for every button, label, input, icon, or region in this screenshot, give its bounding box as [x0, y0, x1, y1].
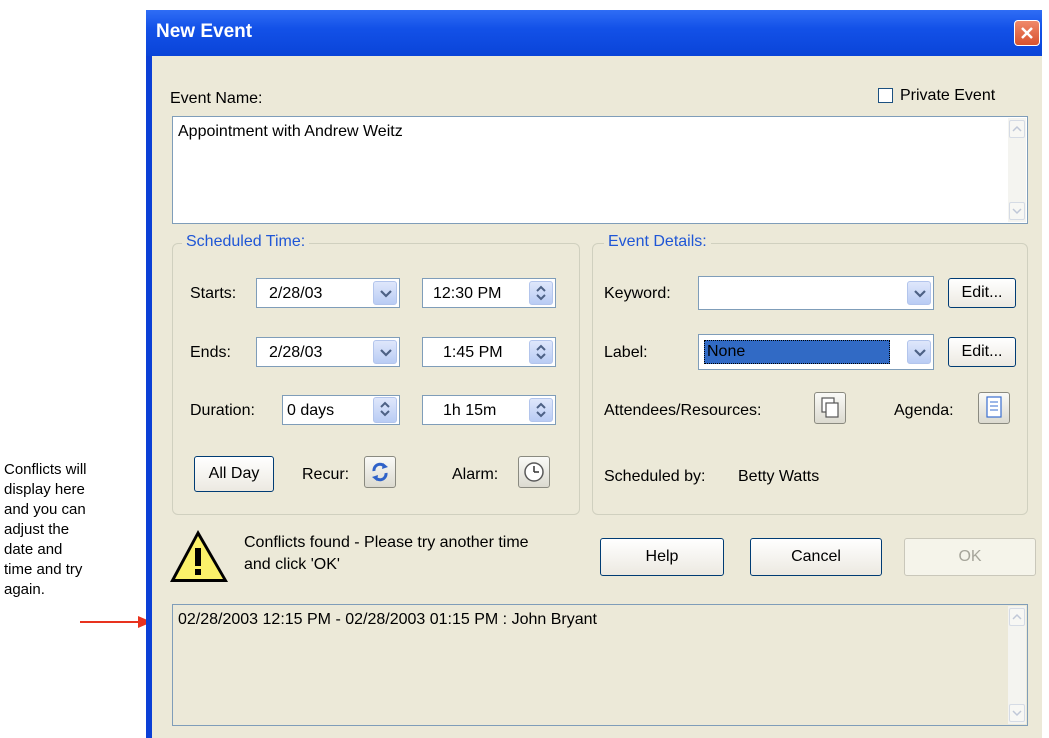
ends-time-value: 1:45 PM	[443, 344, 503, 361]
agenda-button[interactable]	[978, 392, 1010, 424]
keyword-dropdown-button[interactable]	[907, 281, 931, 305]
ends-date-select[interactable]: 2/28/03	[256, 337, 400, 367]
keyword-label: Keyword:	[604, 285, 671, 302]
agenda-label: Agenda:	[894, 402, 954, 419]
label-dropdown-button[interactable]	[907, 340, 931, 364]
starts-date-value: 2/28/03	[269, 285, 323, 302]
keyword-select[interactable]	[698, 276, 934, 310]
spinner-arrows-icon	[380, 401, 390, 417]
recur-icon	[372, 462, 388, 482]
event-name-input[interactable]: Appointment with Andrew Weitz	[172, 116, 1028, 224]
warning-icon	[170, 530, 228, 582]
recur-button[interactable]	[364, 456, 396, 488]
conflict-list-scrollbar[interactable]	[1008, 606, 1026, 724]
alarm-label: Alarm:	[452, 466, 499, 483]
starts-date-dropdown-button[interactable]	[373, 281, 397, 305]
annotation-line: and you can	[4, 501, 86, 518]
spinner-arrows-icon	[536, 344, 546, 360]
event-name-scrollbar[interactable]	[1008, 118, 1026, 222]
alarm-button[interactable]	[518, 456, 550, 488]
label-label: Label:	[604, 344, 648, 361]
close-button[interactable]	[1014, 20, 1040, 46]
ok-button[interactable]: OK	[904, 538, 1036, 576]
keyword-edit-button[interactable]: Edit...	[948, 278, 1016, 308]
starts-label: Starts:	[190, 285, 237, 302]
annotation-line: again.	[4, 581, 45, 598]
window-title: New Event	[156, 21, 253, 42]
annotation-line: date and	[4, 541, 63, 558]
scroll-down-button[interactable]	[1009, 704, 1025, 722]
private-event-checkbox[interactable]	[878, 88, 893, 103]
spinner-arrows-icon	[536, 402, 546, 418]
duration-label: Duration:	[190, 402, 255, 419]
ends-time-input[interactable]: 1:45 PM	[422, 337, 556, 367]
ends-label: Ends:	[190, 344, 231, 361]
conflict-list[interactable]: 02/28/2003 12:15 PM - 02/28/2003 01:15 P…	[172, 604, 1028, 726]
ends-time-spinner[interactable]	[529, 340, 553, 364]
chevron-down-icon	[380, 290, 392, 298]
conflict-message-line2: and click 'OK'	[244, 556, 340, 573]
agenda-icon	[986, 396, 1002, 418]
conflict-message-line1: Conflicts found - Please try another tim…	[244, 534, 529, 551]
new-event-dialog: New Event Event Name: Private Event Appo…	[146, 10, 1042, 738]
attendees-icon	[821, 397, 839, 418]
scroll-down-icon	[1012, 208, 1022, 215]
duration-time-value: 1h 15m	[443, 402, 497, 419]
scroll-up-icon	[1012, 125, 1022, 132]
chevron-down-icon	[914, 290, 926, 298]
duration-days-value: 0 days	[287, 402, 335, 419]
ends-date-value: 2/28/03	[269, 344, 323, 361]
help-button[interactable]: Help	[600, 538, 724, 576]
event-name-label: Event Name:	[170, 90, 263, 107]
duration-time-spinner[interactable]	[529, 398, 553, 422]
scroll-up-button[interactable]	[1009, 608, 1025, 626]
scroll-down-button[interactable]	[1009, 202, 1025, 220]
event-name-value: Appointment with Andrew Weitz	[178, 123, 403, 140]
cancel-button[interactable]: Cancel	[750, 538, 882, 576]
annotation-line: display here	[4, 481, 85, 498]
duration-days-spinner[interactable]	[373, 397, 397, 423]
scheduled-by-value: Betty Watts	[738, 468, 820, 485]
starts-time-value: 12:30 PM	[433, 285, 502, 302]
scroll-down-icon	[1012, 710, 1022, 717]
attendees-button[interactable]	[814, 392, 846, 424]
private-event-label: Private Event	[900, 87, 996, 104]
label-select[interactable]: None	[698, 334, 934, 370]
close-icon	[1021, 27, 1033, 39]
annotation-line: time and try	[4, 561, 83, 578]
annotation-line: Conflicts will	[4, 461, 87, 478]
label-value: None	[707, 343, 746, 360]
dialog-body: Event Name: Private Event Appointment wi…	[152, 56, 1042, 738]
title-bar: New Event	[146, 10, 1042, 56]
annotation-line: adjust the	[4, 521, 70, 538]
label-edit-button[interactable]: Edit...	[948, 337, 1016, 367]
scheduled-by-label: Scheduled by:	[604, 468, 706, 485]
all-day-button[interactable]: All Day	[194, 456, 274, 492]
alarm-clock-icon	[524, 462, 544, 482]
chevron-down-icon	[914, 349, 926, 357]
scheduled-time-title: Scheduled Time:	[182, 233, 310, 251]
conflict-list-item[interactable]: 02/28/2003 12:15 PM - 02/28/2003 01:15 P…	[178, 611, 597, 629]
conflict-annotation: Conflicts will display here and you can …	[4, 460, 144, 600]
starts-time-input[interactable]: 12:30 PM	[422, 278, 556, 308]
spinner-arrows-icon	[536, 285, 546, 301]
label-selection-highlight: None	[704, 340, 890, 364]
ends-date-dropdown-button[interactable]	[373, 340, 397, 364]
annotation-arrow-icon	[80, 616, 152, 628]
event-details-title: Event Details:	[604, 233, 711, 251]
duration-time-input[interactable]: 1h 15m	[422, 395, 556, 425]
duration-days-input[interactable]: 0 days	[282, 395, 400, 425]
starts-date-select[interactable]: 2/28/03	[256, 278, 400, 308]
chevron-down-icon	[380, 349, 392, 357]
recur-label: Recur:	[302, 466, 350, 483]
scroll-up-button[interactable]	[1009, 120, 1025, 138]
scroll-up-icon	[1012, 613, 1022, 620]
attendees-label: Attendees/Resources:	[604, 402, 762, 419]
starts-time-spinner[interactable]	[529, 281, 553, 305]
